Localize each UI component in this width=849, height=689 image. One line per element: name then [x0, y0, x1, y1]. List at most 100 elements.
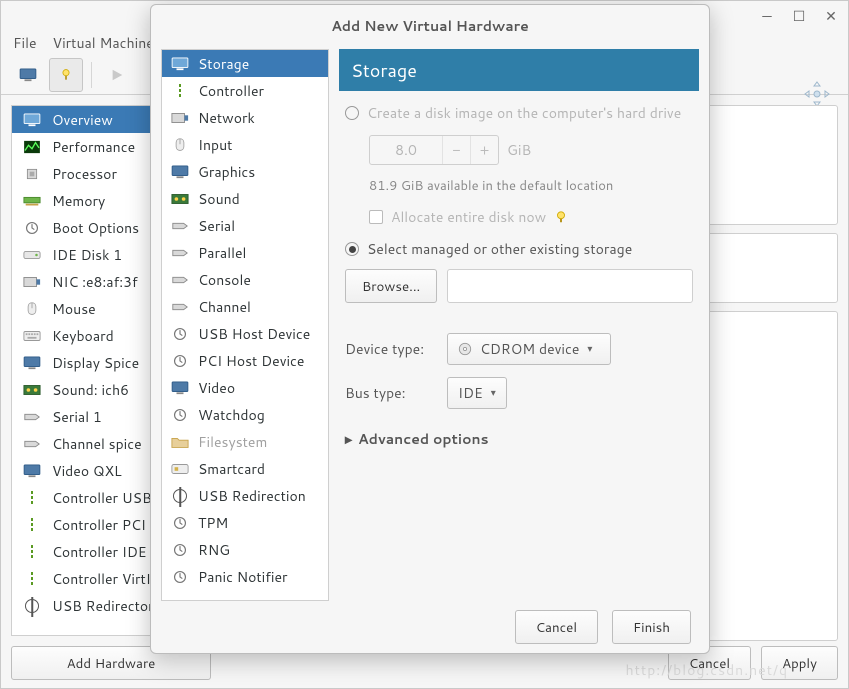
- size-decrement-button[interactable]: −: [442, 136, 470, 164]
- watchdog-icon: [170, 407, 190, 423]
- menu-virtual-machine[interactable]: Virtual Machine: [53, 33, 154, 53]
- usbhost-icon: [170, 326, 190, 342]
- smartcard-icon: [170, 461, 190, 477]
- dlg-item-label: Controller: [198, 81, 264, 101]
- disk-size-row: 8.0 − + GiB: [369, 135, 693, 165]
- hw-item-label: Sound: ich6: [52, 380, 129, 400]
- close-button[interactable]: ✕: [824, 9, 838, 23]
- advanced-options-expander[interactable]: ▸ Advanced options: [345, 429, 693, 449]
- dlg-item-label: Panic Notifier: [198, 567, 287, 587]
- panel-title: Storage: [339, 49, 699, 91]
- dlg-item-tpm[interactable]: TPM: [162, 509, 328, 536]
- dlg-item-pci-host-device[interactable]: PCI Host Device: [162, 347, 328, 374]
- dlg-item-label: Network: [198, 108, 255, 128]
- radio-create-disk[interactable]: Create a disk image on the computer's ha…: [345, 103, 693, 123]
- controller-icon: [22, 490, 42, 506]
- video-icon: [22, 463, 42, 479]
- dlg-item-panic-notifier[interactable]: Panic Notifier: [162, 563, 328, 590]
- dlg-item-video[interactable]: Video: [162, 374, 328, 401]
- menu-file[interactable]: File: [13, 33, 37, 53]
- hw-item-label: USB Redirector: [52, 596, 154, 616]
- hw-item-label: Boot Options: [52, 218, 139, 238]
- dlg-item-label: Watchdog: [198, 405, 265, 425]
- bus-type-combo[interactable]: IDE ▾: [447, 377, 507, 409]
- console-view-button[interactable]: [11, 58, 45, 92]
- dlg-item-label: TPM: [198, 513, 228, 533]
- dlg-item-network[interactable]: Network: [162, 104, 328, 131]
- serial-icon: [170, 245, 190, 261]
- dlg-item-controller[interactable]: Controller: [162, 77, 328, 104]
- dlg-item-storage[interactable]: Storage: [162, 50, 328, 77]
- device-type-combo[interactable]: CDROM device ▾: [447, 333, 611, 365]
- hw-item-label: Channel spice: [52, 434, 142, 454]
- storage-path-input[interactable]: [447, 269, 693, 303]
- controller-icon: [22, 517, 42, 533]
- dlg-item-input[interactable]: Input: [162, 131, 328, 158]
- dialog-sidebar[interactable]: Storage Controller Network InputGraphicsSou…: [161, 49, 329, 601]
- dlg-item-label: Serial: [198, 216, 235, 236]
- dlg-item-label: RNG: [198, 540, 230, 560]
- toolbar-separator: [91, 62, 92, 88]
- mouse-icon: [170, 137, 190, 153]
- usbhost-icon: [170, 353, 190, 369]
- serial-icon: [170, 272, 190, 288]
- dlg-item-filesystem: Filesystem: [162, 428, 328, 455]
- video-icon: [170, 380, 190, 396]
- hw-item-label: Keyboard: [52, 326, 114, 346]
- dlg-item-parallel[interactable]: Parallel: [162, 239, 328, 266]
- dlg-item-serial[interactable]: Serial: [162, 212, 328, 239]
- folder-icon: [170, 434, 190, 450]
- dlg-item-label: Video: [198, 378, 235, 398]
- dlg-item-label: Console: [198, 270, 251, 290]
- mouse-icon: [22, 301, 42, 317]
- radio-create-disk-label: Create a disk image on the computer's ha…: [367, 103, 681, 123]
- serial-icon: [170, 218, 190, 234]
- dlg-item-label: Filesystem: [198, 432, 267, 452]
- allocate-checkbox[interactable]: [369, 210, 383, 224]
- hw-item-label: Video QXL: [52, 461, 122, 481]
- dlg-item-usb-redirection[interactable]: USB Redirection: [162, 482, 328, 509]
- dlg-item-sound[interactable]: Sound: [162, 185, 328, 212]
- hw-item-label: Memory: [52, 191, 105, 211]
- dlg-item-label: Parallel: [198, 243, 246, 263]
- dialog-cancel-button[interactable]: Cancel: [515, 610, 598, 644]
- serial-icon: [22, 409, 42, 425]
- radio-icon: [345, 242, 359, 256]
- radio-managed-storage[interactable]: Select managed or other existing storage: [345, 239, 693, 259]
- chevron-down-icon: ▾: [491, 386, 496, 400]
- dlg-item-smartcard[interactable]: Smartcard: [162, 455, 328, 482]
- hw-item-label: Controller PCI: [52, 515, 146, 535]
- dlg-item-graphics[interactable]: Graphics: [162, 158, 328, 185]
- maximize-button[interactable]: ☐: [792, 9, 806, 23]
- device-type-value: CDROM device: [480, 339, 579, 359]
- usbredir-icon: [170, 488, 190, 504]
- run-button[interactable]: [100, 58, 134, 92]
- hw-item-label: Performance: [52, 137, 135, 157]
- details-view-button[interactable]: [49, 58, 83, 92]
- bus-type-label: Bus type:: [345, 383, 437, 403]
- allocate-row[interactable]: Allocate entire disk now: [369, 207, 693, 227]
- dlg-item-label: Smartcard: [198, 459, 265, 479]
- disk-size-value: 8.0: [370, 136, 442, 164]
- boot-icon: [22, 220, 42, 236]
- size-increment-button[interactable]: +: [470, 136, 498, 164]
- dlg-item-console[interactable]: Console: [162, 266, 328, 293]
- dlg-item-watchdog[interactable]: Watchdog: [162, 401, 328, 428]
- browse-button[interactable]: Browse...: [345, 269, 437, 303]
- minimize-button[interactable]: —: [760, 9, 774, 23]
- dlg-item-rng[interactable]: RNG: [162, 536, 328, 563]
- monitor-icon: [22, 112, 42, 128]
- serial-icon: [170, 299, 190, 315]
- dialog-finish-button[interactable]: Finish: [612, 610, 691, 644]
- sound-icon: [22, 382, 42, 398]
- dlg-item-usb-host-device[interactable]: USB Host Device: [162, 320, 328, 347]
- disk-icon: [22, 247, 42, 263]
- channel-icon: [22, 436, 42, 452]
- dlg-item-channel[interactable]: Channel: [162, 293, 328, 320]
- display-icon: [22, 355, 42, 371]
- tpm-icon: [170, 515, 190, 531]
- disk-size-spinner[interactable]: 8.0 − +: [369, 135, 499, 165]
- hw-item-label: Processor: [52, 164, 117, 184]
- rng-icon: [170, 542, 190, 558]
- dlg-item-label: USB Host Device: [198, 324, 310, 344]
